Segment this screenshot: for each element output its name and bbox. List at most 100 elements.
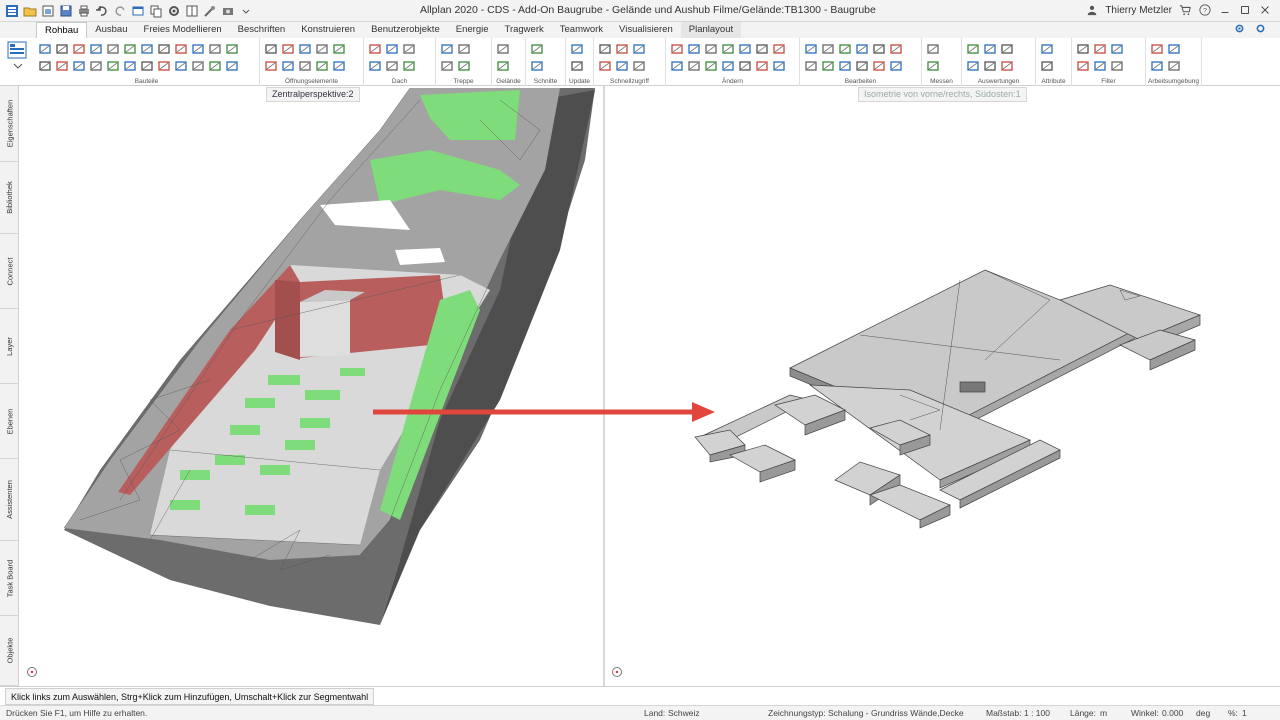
tool-icon[interactable] [570, 59, 584, 73]
viewport-perspective[interactable]: Zentralperspektive:2 [20, 86, 603, 686]
tool-icon[interactable] [855, 42, 869, 56]
drawing-type-value[interactable]: Schalung - Grundriss Wände,Decke [828, 708, 964, 718]
tool-icon[interactable] [821, 59, 835, 73]
tool-icon[interactable] [1040, 59, 1054, 73]
settings-gear-icon[interactable] [166, 3, 182, 19]
tool-icon[interactable] [598, 59, 612, 73]
tool-icon[interactable] [402, 42, 416, 56]
tool-icon[interactable] [140, 42, 154, 56]
tool-icon[interactable] [755, 59, 769, 73]
tab-tragwerk[interactable]: Tragwerk [497, 22, 552, 38]
tool-icon[interactable] [670, 42, 684, 56]
tool-icon[interactable] [38, 42, 52, 56]
tool-icon[interactable] [1040, 42, 1054, 56]
open-file-icon[interactable] [22, 3, 38, 19]
length-value[interactable]: m [1100, 708, 1107, 718]
tool-icon[interactable] [926, 59, 940, 73]
tool-icon[interactable] [530, 59, 544, 73]
tool-icon[interactable] [687, 59, 701, 73]
tool-icon[interactable] [264, 59, 278, 73]
tool-icon[interactable] [174, 42, 188, 56]
tool-icon[interactable] [838, 59, 852, 73]
camera-icon[interactable] [220, 3, 236, 19]
tool-icon[interactable] [1093, 59, 1107, 73]
tool-icon[interactable] [838, 42, 852, 56]
dock-tab-ebenen[interactable]: Ebenen [0, 384, 19, 459]
tool-icon[interactable] [738, 59, 752, 73]
customize-icon[interactable] [1255, 23, 1266, 37]
palette-button[interactable] [6, 40, 30, 70]
tool-icon[interactable] [772, 42, 786, 56]
dock-tab-task-board[interactable]: Task Board [0, 541, 19, 616]
tool-icon[interactable] [457, 59, 471, 73]
tool-icon[interactable] [368, 59, 382, 73]
percent-value[interactable]: 1 [1242, 708, 1247, 718]
tool-icon[interactable] [1150, 42, 1164, 56]
options-gear-icon[interactable] [1234, 23, 1245, 37]
tool-icon[interactable] [208, 59, 222, 73]
tab-ausbau[interactable]: Ausbau [87, 22, 135, 38]
tool-icon[interactable] [298, 59, 312, 73]
tool-icon[interactable] [704, 59, 718, 73]
tool-icon[interactable] [402, 59, 416, 73]
window-icon[interactable] [130, 3, 146, 19]
dock-tab-connect[interactable]: Connect [0, 234, 19, 309]
tool-icon[interactable] [140, 59, 154, 73]
tool-icon[interactable] [1167, 42, 1181, 56]
navigation-cube-icon-right[interactable] [611, 666, 623, 678]
tool-icon[interactable] [38, 59, 52, 73]
tool-icon[interactable] [368, 42, 382, 56]
tool-icon[interactable] [704, 42, 718, 56]
angle-value[interactable]: 0.000 [1162, 708, 1183, 718]
dock-tab-assistenten[interactable]: Assistenten [0, 459, 19, 541]
tool-icon[interactable] [983, 59, 997, 73]
tab-rohbau[interactable]: Rohbau [36, 22, 88, 38]
minimize-icon[interactable] [1218, 3, 1232, 17]
dock-tab-objekte[interactable]: Objekte [0, 616, 19, 686]
tool-icon[interactable] [123, 42, 137, 56]
close-icon[interactable] [1258, 3, 1272, 17]
undo-icon[interactable] [94, 3, 110, 19]
tool-icon[interactable] [281, 42, 295, 56]
tool-icon[interactable] [208, 42, 222, 56]
tool-icon[interactable] [670, 59, 684, 73]
land-value[interactable]: Schweiz [668, 708, 700, 718]
tool-icon[interactable] [106, 59, 120, 73]
tool-icon[interactable] [983, 42, 997, 56]
user-name[interactable]: Thierry Metzler [1105, 5, 1172, 16]
tool-icon[interactable] [89, 42, 103, 56]
tool-icon[interactable] [191, 42, 205, 56]
tool-icon[interactable] [1000, 59, 1014, 73]
tool-icon[interactable] [72, 42, 86, 56]
tool-icon[interactable] [687, 42, 701, 56]
tool-icon[interactable] [315, 59, 329, 73]
tool-icon[interactable] [598, 42, 612, 56]
tool-icon[interactable] [721, 59, 735, 73]
tab-planlayout[interactable]: Planlayout [680, 22, 742, 38]
tool-icon[interactable] [721, 42, 735, 56]
tool-icon[interactable] [804, 59, 818, 73]
angle-unit[interactable]: deg [1196, 708, 1210, 718]
tool-icon[interactable] [315, 42, 329, 56]
viewport-label-left[interactable]: Zentralperspektive:2 [266, 87, 360, 102]
tool-icon[interactable] [225, 42, 239, 56]
tool-icon[interactable] [1150, 59, 1164, 73]
tool-icon[interactable] [632, 59, 646, 73]
scale-value[interactable]: 1 : 100 [1024, 708, 1050, 718]
tool-icon[interactable] [821, 42, 835, 56]
tools-icon[interactable] [202, 3, 218, 19]
tool-icon[interactable] [755, 42, 769, 56]
layout-icon[interactable] [184, 3, 200, 19]
tool-icon[interactable] [855, 59, 869, 73]
tool-icon[interactable] [174, 59, 188, 73]
tool-icon[interactable] [1110, 42, 1124, 56]
dropdown-arrow-icon[interactable] [238, 3, 254, 19]
navigation-cube-icon[interactable] [26, 666, 38, 678]
tool-icon[interactable] [966, 42, 980, 56]
dock-tab-layer[interactable]: Layer [0, 309, 19, 384]
dock-tab-eigenschaften[interactable]: Eigenschaften [0, 86, 19, 162]
tool-icon[interactable] [872, 42, 886, 56]
tab-konstruieren[interactable]: Konstruieren [293, 22, 363, 38]
isometric-model-3d[interactable] [605, 86, 1280, 686]
viewport-isometric[interactable]: Isometrie von vorne/rechts, Südosten:1 [605, 86, 1280, 686]
